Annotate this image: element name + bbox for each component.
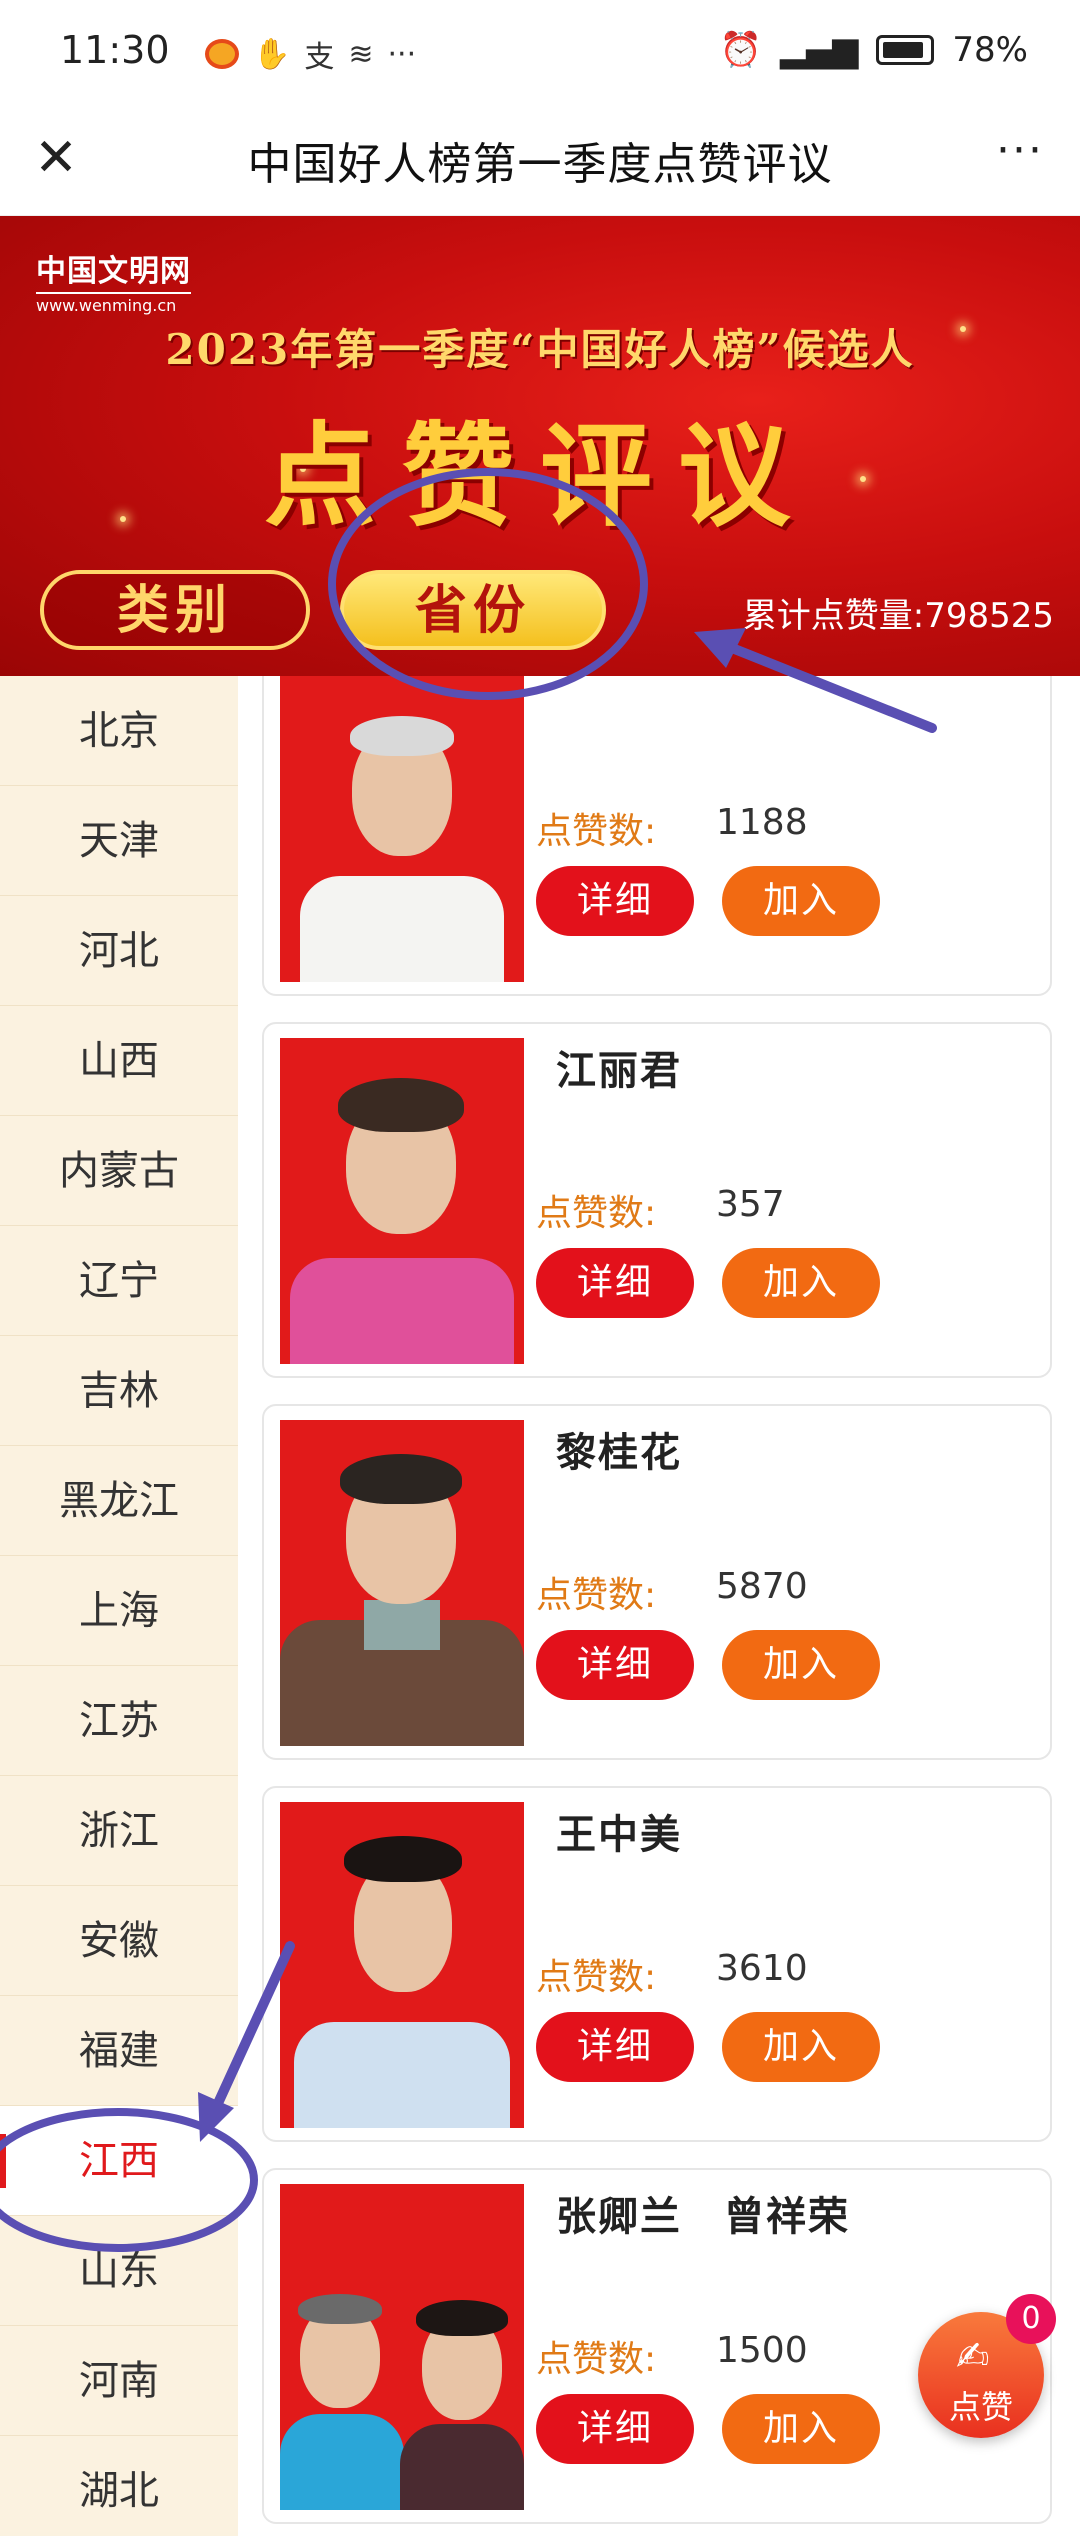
sidebar-item-anhui[interactable]: 安徽 <box>0 1886 238 1996</box>
candidate-photo <box>280 1420 524 1746</box>
likes-count: 5870 <box>716 1566 808 1607</box>
candidate-name: 张卿兰 曾祥荣 <box>556 2194 850 2240</box>
likes-label: 点赞数: <box>536 1575 657 1616</box>
sidebar-item-liaoning[interactable]: 辽宁 <box>0 1226 238 1336</box>
sidebar-item-neimenggu[interactable]: 内蒙古 <box>0 1116 238 1226</box>
candidate-photo <box>280 1802 524 2128</box>
candidate-card: 王中美 点赞数: 3610 详细 加入 <box>262 1786 1052 2142</box>
site-name: 中国文明网 <box>36 254 191 289</box>
vote-icon: ✍ <box>956 2334 990 2380</box>
sidebar-item-henan[interactable]: 河南 <box>0 2326 238 2436</box>
likes-count: 1188 <box>716 802 808 843</box>
likes-count: 1500 <box>716 2330 808 2371</box>
candidate-card: 江丽君 点赞数: 357 详细 加入 <box>262 1022 1052 1378</box>
alarm-icon: ⏰ <box>719 30 762 70</box>
hand-icon: ✋ <box>253 36 291 72</box>
candidate-photo <box>280 676 524 982</box>
more-icon: ··· <box>387 36 417 72</box>
banner: 中国文明网 www.wenming.cn 2023年第一季度“中国好人榜”候选人… <box>0 216 1080 676</box>
candidate-photo <box>280 1038 524 1364</box>
like-floating-button[interactable]: ✍ 点赞 0 <box>918 2294 1056 2438</box>
sidebar-item-hubei[interactable]: 湖北 <box>0 2436 238 2536</box>
sidebar-item-fujian[interactable]: 福建 <box>0 1996 238 2106</box>
sidebar-item-hebei[interactable]: 河北 <box>0 896 238 1006</box>
sidebar-item-beijing[interactable]: 北京 <box>0 676 238 786</box>
likes-label: 点赞数: <box>536 2339 657 2380</box>
join-button[interactable]: 加入 <box>722 866 880 936</box>
detail-button[interactable]: 详细 <box>536 1630 694 1700</box>
page-title: 中国好人榜第一季度点赞评议 <box>247 139 833 190</box>
candidate-card: 黎桂花 点赞数: 5870 详细 加入 <box>262 1404 1052 1760</box>
join-button[interactable]: 加入 <box>722 1630 880 1700</box>
tab-province[interactable]: 省份 <box>340 570 606 650</box>
sidebar-item-zhejiang[interactable]: 浙江 <box>0 1776 238 1886</box>
detail-button[interactable]: 详细 <box>536 2012 694 2082</box>
candidate-name: 黎桂花 <box>556 1430 682 1476</box>
status-bar: 11:30 ✋ 支 ≋ ··· ⏰ ▂▄▆ 78% <box>0 0 1080 104</box>
likes-count: 357 <box>716 1184 785 1225</box>
banner-headline: 点赞评议 <box>264 411 816 542</box>
likes-count: 3610 <box>716 1948 808 1989</box>
weibo-icon <box>205 39 239 69</box>
likes-label: 点赞数: <box>536 1193 657 1234</box>
banner-subtitle: 2023年第一季度“中国好人榜”候选人 <box>165 325 915 374</box>
wifi-icon: ≋ <box>348 36 374 72</box>
candidate-list: 点赞数: 1188 详细 加入 江丽君 点赞数: 357 详细 加入 黎桂花 点… <box>238 676 1080 2536</box>
signal-icon: ▂▄▆ <box>779 30 859 70</box>
title-bar: ✕ 中国好人榜第一季度点赞评议 ··· <box>0 104 1080 216</box>
candidate-card: 点赞数: 1188 详细 加入 <box>262 676 1052 996</box>
join-button[interactable]: 加入 <box>722 2012 880 2082</box>
tab-category[interactable]: 类别 <box>40 570 310 650</box>
battery-level: 78% <box>952 30 1028 70</box>
candidate-name: 王中美 <box>556 1812 682 1858</box>
join-button[interactable]: 加入 <box>722 1248 880 1318</box>
candidate-photo <box>280 2184 524 2510</box>
sidebar-item-jiangxi[interactable]: 江西 <box>0 2106 238 2216</box>
site-logo: 中国文明网 www.wenming.cn <box>36 246 191 315</box>
sidebar-item-shanxi[interactable]: 山西 <box>0 1006 238 1116</box>
alipay-icon: 支 <box>304 40 335 75</box>
app-screen: 11:30 ✋ 支 ≋ ··· ⏰ ▂▄▆ 78% ✕ 中国好人榜第一季度点赞评… <box>0 0 1080 2536</box>
sidebar-item-jiangsu[interactable]: 江苏 <box>0 1666 238 1776</box>
like-count-badge: 0 <box>1006 2294 1056 2344</box>
likes-label: 点赞数: <box>536 811 657 852</box>
status-time: 11:30 <box>60 28 170 72</box>
total-likes: 累计点赞量:798525 <box>742 596 1054 636</box>
detail-button[interactable]: 详细 <box>536 866 694 936</box>
sidebar-item-shanghai[interactable]: 上海 <box>0 1556 238 1666</box>
more-menu-icon[interactable]: ··· <box>988 126 1052 190</box>
sidebar-item-shandong[interactable]: 山东 <box>0 2216 238 2326</box>
like-button-label: 点赞 <box>948 2388 1013 2426</box>
province-sidebar: 北京 天津 河北 山西 内蒙古 辽宁 吉林 黑龙江 上海 江苏 浙江 安徽 福建… <box>0 676 238 2536</box>
sidebar-item-jilin[interactable]: 吉林 <box>0 1336 238 1446</box>
sidebar-item-tianjin[interactable]: 天津 <box>0 786 238 896</box>
detail-button[interactable]: 详细 <box>536 2394 694 2464</box>
candidate-name: 江丽君 <box>556 1048 682 1094</box>
detail-button[interactable]: 详细 <box>536 1248 694 1318</box>
join-button[interactable]: 加入 <box>722 2394 880 2464</box>
likes-label: 点赞数: <box>536 1957 657 1998</box>
status-system-icons: ⏰ ▂▄▆ 78% <box>720 30 1028 70</box>
site-url: www.wenming.cn <box>36 292 191 315</box>
sidebar-item-heilongjiang[interactable]: 黑龙江 <box>0 1446 238 1556</box>
battery-icon <box>876 35 935 65</box>
status-notification-icons: ✋ 支 ≋ ··· <box>205 32 416 76</box>
